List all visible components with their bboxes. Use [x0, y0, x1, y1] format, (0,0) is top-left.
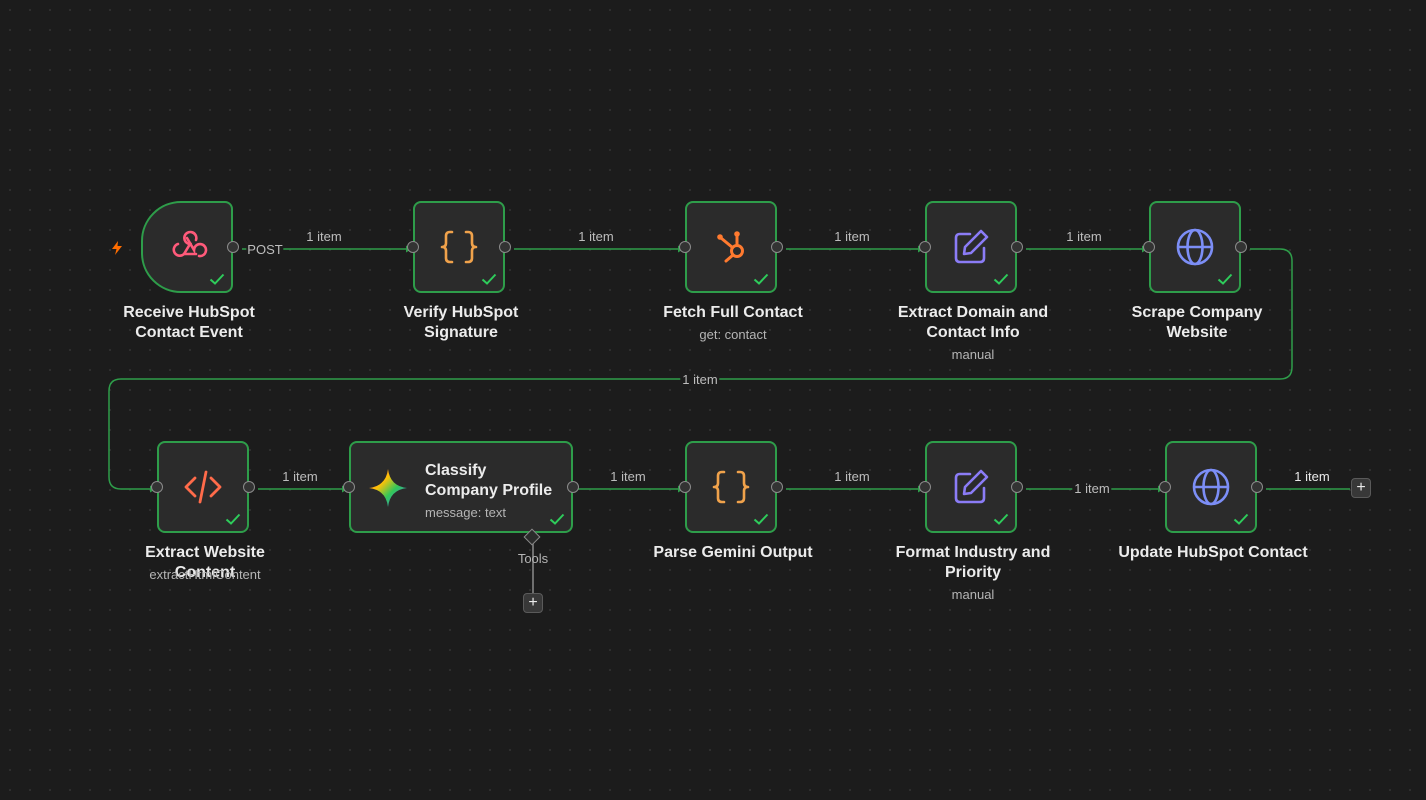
braces-icon [440, 230, 478, 264]
success-check-icon [225, 513, 241, 525]
input-handle[interactable] [1143, 241, 1155, 253]
input-handle[interactable] [407, 241, 419, 253]
output-handle[interactable] [1235, 241, 1247, 253]
edge-label-item-count: 1 item [306, 229, 342, 244]
input-handle[interactable] [343, 481, 355, 493]
node-scrape-company-website[interactable] [1143, 201, 1247, 293]
edge-label-item-count: 1 item [1294, 469, 1330, 484]
edge-label-item-count: 1 item [834, 229, 870, 244]
node-parse-gemini-output[interactable] [679, 441, 783, 533]
node-label: Update HubSpot Contact [1118, 544, 1308, 561]
output-handle[interactable] [243, 481, 255, 493]
input-handle[interactable] [151, 481, 163, 493]
input-handle[interactable] [679, 241, 691, 253]
output-handle[interactable] [499, 241, 511, 253]
edge-label-item-count: 1 item [282, 469, 318, 484]
node-receive-hubspot-contact-event[interactable] [141, 201, 239, 293]
connections-layer [108, 245, 1350, 594]
add-node-button[interactable]: + [1351, 478, 1371, 498]
node-fetch-full-contact[interactable] [679, 201, 783, 293]
success-check-icon [209, 273, 225, 285]
success-check-icon [753, 273, 769, 285]
edge-label-item-count: 1 item [1072, 481, 1112, 496]
globe-icon [1176, 228, 1214, 266]
trigger-bolt-icon [112, 241, 122, 255]
input-handle[interactable] [679, 481, 691, 493]
node-subtitle: manual [951, 587, 995, 602]
node-title: Classify Company Profile [425, 462, 553, 499]
output-handle[interactable] [1011, 481, 1023, 493]
edge-label-item-count: 1 item [610, 469, 646, 484]
node-label: Format Industry and Priority [895, 544, 1051, 581]
success-check-icon [993, 273, 1009, 285]
output-handle[interactable] [1251, 481, 1263, 493]
success-check-icon [993, 513, 1009, 525]
edge-label-item-count: 1 item [680, 372, 720, 387]
edit-icon [954, 229, 989, 264]
output-handle[interactable] [567, 481, 579, 493]
webhook-icon [172, 230, 208, 258]
globe-icon [1192, 468, 1230, 506]
node-verify-hubspot-signature[interactable] [407, 201, 511, 293]
input-handle[interactable] [1159, 481, 1171, 493]
hubspot-icon [717, 231, 744, 263]
success-check-icon [753, 513, 769, 525]
node-subtitle: message: text [425, 505, 506, 520]
node-label: Receive HubSpot Contact Event [123, 304, 255, 341]
edge-label-item-count: 1 item [1066, 229, 1102, 244]
tools-label: Tools [517, 551, 549, 566]
gemini-icon [369, 469, 407, 507]
node-label: Parse Gemini Output [653, 544, 813, 561]
code-icon [184, 470, 222, 504]
node-label: Fetch Full Contact [663, 304, 803, 321]
edit-icon [954, 469, 989, 504]
node-subtitle: extractHtmlContent [149, 567, 261, 582]
success-check-icon [1217, 273, 1233, 285]
node-label: Scrape Company Website [1131, 304, 1263, 341]
output-handle[interactable] [771, 241, 783, 253]
node-subtitle: manual [951, 347, 995, 362]
node-label: Extract Domain and Contact Info [897, 304, 1049, 341]
success-check-icon [1233, 513, 1249, 525]
braces-icon [712, 470, 750, 504]
node-subtitle: get: contact [699, 327, 767, 342]
node-classify-company-profile[interactable]: Classify Company Profile message: text [343, 441, 579, 533]
node-update-hubspot-contact[interactable] [1159, 441, 1263, 533]
success-check-icon [549, 513, 565, 525]
node-label: Verify HubSpot Signature [403, 304, 519, 341]
output-handle[interactable] [771, 481, 783, 493]
node-format-industry-and-priority[interactable] [919, 441, 1023, 533]
edge-label-post: POST [246, 242, 284, 257]
node-extract-domain-and-contact-info[interactable] [919, 201, 1023, 293]
edge-label-item-count: 1 item [834, 469, 870, 484]
success-check-icon [481, 273, 497, 285]
edge-label-item-count: 1 item [578, 229, 614, 244]
node-extract-website-content[interactable] [151, 441, 255, 533]
output-handle[interactable] [1011, 241, 1023, 253]
output-handle[interactable] [227, 241, 239, 253]
input-handle[interactable] [919, 241, 931, 253]
input-handle[interactable] [919, 481, 931, 493]
add-tool-button[interactable]: + [523, 593, 543, 613]
